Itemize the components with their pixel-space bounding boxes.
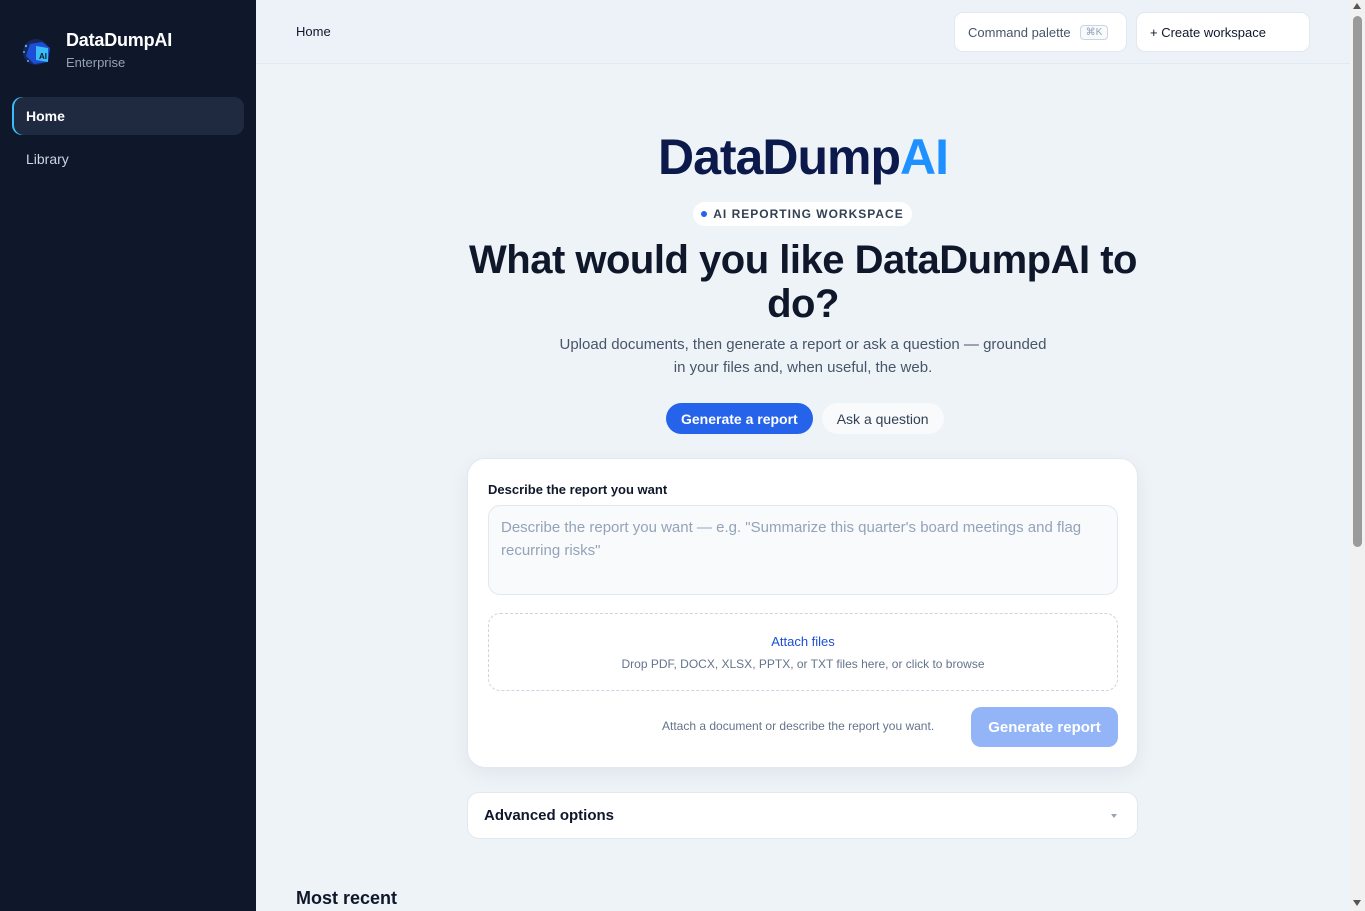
command-palette-button[interactable]: Command palette ⌘K — [954, 12, 1127, 52]
shortcut-badge: ⌘K — [1079, 24, 1109, 40]
hero-logo-main: DataDump — [657, 129, 901, 185]
ai-cube-logo-icon: AI — [23, 39, 50, 65]
advanced-options-label: Advanced options — [484, 807, 615, 824]
attach-files-link[interactable]: Attach files — [489, 634, 1117, 649]
sidebar: AI DataDumpAI Enterprise Home Library — [0, 0, 256, 911]
tab-generate-report[interactable]: Generate a report — [666, 403, 813, 434]
report-description-label: Describe the report you want — [488, 482, 668, 497]
hero-logo: DataDumpAI — [256, 128, 1350, 186]
report-description-input[interactable]: Describe the report you want — e.g. "Sum… — [488, 505, 1118, 595]
form-hint: Attach a document or describe the report… — [662, 719, 935, 733]
sidebar-nav: Home Library — [12, 97, 244, 183]
dot-icon — [701, 211, 708, 217]
page-scrollbar[interactable] — [1350, 0, 1365, 911]
brand-name: DataDumpAI — [66, 30, 173, 50]
workspace-badge: AI REPORTING WORKSPACE — [693, 202, 912, 226]
top-bar: Home Command palette ⌘K + Create workspa… — [256, 0, 1350, 64]
tab-ask-question[interactable]: Ask a question — [821, 403, 944, 434]
report-form-card: Describe the report you want Describe th… — [467, 458, 1138, 768]
page-subtitle: Upload documents, then generate a report… — [559, 336, 1047, 376]
create-workspace-button[interactable]: + Create workspace — [1136, 12, 1310, 52]
command-palette-label: Command palette — [968, 24, 1071, 40]
attach-files-hint: Drop PDF, DOCX, XLSX, PPTX, or TXT files… — [621, 657, 985, 671]
brand-subtitle: Enterprise — [66, 55, 126, 70]
chevron-down-icon — [1111, 814, 1117, 818]
svg-text:AI: AI — [39, 52, 47, 61]
recent-section-title: Most recent — [296, 888, 398, 908]
page-title: What would you like DataDumpAI to do? — [469, 238, 1137, 326]
badge-label: AI REPORTING WORKSPACE — [713, 207, 904, 221]
brand[interactable]: AI DataDumpAI Enterprise — [20, 30, 172, 70]
scroll-down-arrow-icon[interactable] — [1353, 900, 1361, 906]
file-drop-zone[interactable]: Attach files Drop PDF, DOCX, XLSX, PPTX,… — [488, 613, 1118, 691]
mode-tabs: Generate a report Ask a question — [666, 403, 944, 434]
generate-report-button[interactable]: Generate report — [971, 707, 1118, 747]
advanced-options-toggle[interactable]: Advanced options — [467, 792, 1138, 839]
breadcrumb[interactable]: Home — [296, 24, 331, 39]
sidebar-item-library[interactable]: Library — [12, 140, 244, 178]
scroll-thumb[interactable] — [1353, 16, 1362, 547]
scroll-up-arrow-icon[interactable] — [1353, 3, 1361, 9]
sidebar-item-home[interactable]: Home — [12, 97, 244, 135]
hero-logo-accent: AI — [900, 129, 949, 185]
